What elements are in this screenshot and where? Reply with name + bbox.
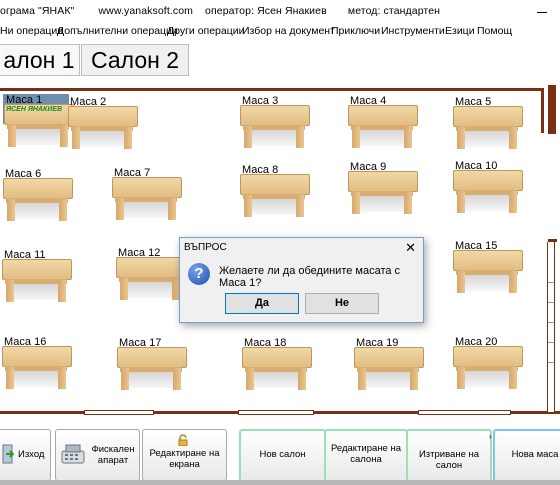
table-17[interactable]: Маса 17 bbox=[117, 337, 187, 392]
dialog-title: ВЪПРОС bbox=[184, 242, 227, 253]
table-label: Маса 4 bbox=[350, 95, 387, 107]
table-label: Маса 15 bbox=[455, 240, 498, 252]
window-bottom-1 bbox=[84, 410, 154, 415]
table-12[interactable]: Маса 12 bbox=[116, 247, 186, 302]
window-title: ограма "ЯНАК" www.yanaksoft.com оператор… bbox=[0, 5, 441, 17]
delete-hall-label: Изтриване на салон bbox=[418, 449, 480, 471]
menu-close[interactable]: Приключи bbox=[331, 25, 380, 37]
menu-help[interactable]: Помощ bbox=[477, 25, 512, 37]
new-table-button[interactable]: Нова маса bbox=[493, 429, 560, 483]
yes-button[interactable]: Да bbox=[225, 293, 299, 314]
table-label: Маса 17 bbox=[119, 337, 162, 349]
table-6[interactable]: Маса 6 bbox=[3, 168, 73, 223]
no-button[interactable]: Не bbox=[305, 293, 379, 314]
table-label: Маса 6 bbox=[5, 168, 42, 180]
new-hall-button[interactable]: Нов салон bbox=[239, 429, 326, 483]
menu-bar: Ни операции Допълнителни операции Други … bbox=[0, 22, 560, 40]
question-icon: ? bbox=[188, 263, 210, 285]
table-label: Маса 7 bbox=[114, 167, 151, 179]
title-bar: ограма "ЯНАК" www.yanaksoft.com оператор… bbox=[0, 0, 560, 22]
close-icon[interactable]: ✕ bbox=[405, 240, 416, 256]
scroll-arrow-icon[interactable]: › bbox=[489, 432, 492, 441]
new-table-label: Нова маса bbox=[511, 449, 559, 460]
menu-document-select[interactable]: Избор на документ bbox=[242, 25, 335, 37]
table-19[interactable]: Маса 19 bbox=[354, 337, 424, 392]
table-label: Маса 20 bbox=[455, 336, 498, 348]
fiscal-device-button[interactable]: Фискален апарат bbox=[55, 429, 140, 481]
table-label: Маса 1 bbox=[6, 94, 43, 106]
wall-top bbox=[0, 88, 541, 91]
fiscal-label: Фискален апарат bbox=[91, 444, 135, 466]
menu-tools[interactable]: Инструменти bbox=[381, 25, 445, 37]
table-label: Маса 19 bbox=[356, 337, 399, 349]
dialog-message: Желаете ли да обедините масата с Маса 1? bbox=[219, 265, 401, 289]
bottom-strip bbox=[0, 480, 560, 485]
table-label: Маса 9 bbox=[350, 161, 387, 173]
table-18[interactable]: Маса 18 bbox=[242, 337, 312, 392]
cash-register-icon bbox=[61, 444, 85, 464]
table-2[interactable]: Маса 2 bbox=[68, 96, 138, 151]
table-label: Маса 11 bbox=[4, 249, 46, 261]
delete-hall-button[interactable]: Изтриване на салон bbox=[406, 429, 492, 483]
tab-hall-1[interactable]: алон 1 bbox=[0, 44, 80, 76]
window-right bbox=[547, 242, 555, 412]
padlock-icon bbox=[178, 434, 188, 446]
window-bottom-3 bbox=[418, 410, 511, 415]
exit-button[interactable]: Изход bbox=[0, 429, 51, 481]
menu-other-operations[interactable]: Други операции bbox=[167, 25, 244, 37]
menu-additional-operations[interactable]: Допълнителни операции bbox=[57, 25, 178, 37]
table-9[interactable]: Маса 9 bbox=[348, 161, 418, 216]
edit-hall-button[interactable]: Редактиране на салона bbox=[324, 429, 408, 483]
new-hall-label: Нов салон bbox=[259, 449, 306, 460]
minimize-button[interactable] bbox=[533, 3, 551, 19]
table-8[interactable]: Маса 8 bbox=[240, 164, 310, 219]
window-bottom-2 bbox=[238, 410, 314, 415]
tab-hall-2[interactable]: Салон 2 bbox=[81, 44, 189, 76]
table-11[interactable]: Маса 11 bbox=[2, 249, 72, 304]
table-7[interactable]: Маса 7 bbox=[112, 167, 182, 222]
table-label: Маса 3 bbox=[242, 95, 279, 107]
wall-right-upper bbox=[541, 88, 544, 133]
edit-hall-label: Редактиране на салона bbox=[330, 443, 401, 465]
table-5[interactable]: Маса 5 bbox=[453, 96, 523, 151]
table-20[interactable]: Маса 20 bbox=[453, 336, 523, 391]
edit-screen-button[interactable]: Редактиране на екрана bbox=[142, 429, 227, 481]
menu-operations[interactable]: Ни операции bbox=[0, 25, 63, 37]
table-label: Маса 2 bbox=[70, 96, 107, 108]
table-4[interactable]: Маса 4 bbox=[348, 95, 418, 150]
table-1[interactable]: Маса 1 ЯСЕН ЯНАКИЕВ bbox=[4, 94, 74, 149]
table-waiter: ЯСЕН ЯНАКИЕВ bbox=[6, 106, 63, 113]
table-label: Маса 8 bbox=[242, 164, 279, 176]
table-label: Маса 18 bbox=[244, 337, 287, 349]
exit-label: Изход bbox=[18, 449, 45, 460]
table-16[interactable]: Маса 16 bbox=[2, 336, 72, 391]
table-label: Маса 16 bbox=[4, 336, 47, 348]
exit-door-icon bbox=[2, 444, 14, 464]
edit-screen-label: Редактиране на екрана bbox=[149, 448, 220, 470]
table-label: Маса 10 bbox=[455, 160, 498, 172]
table-3[interactable]: Маса 3 bbox=[240, 95, 310, 150]
table-15[interactable]: Маса 15 bbox=[453, 240, 523, 295]
table-label: Маса 5 bbox=[455, 96, 492, 108]
table-10[interactable]: Маса 10 bbox=[453, 160, 523, 215]
merge-tables-dialog: ВЪПРОС ✕ ? Желаете ли да обедините масат… bbox=[179, 237, 424, 323]
table-label: Маса 12 bbox=[118, 247, 161, 259]
menu-languages[interactable]: Езици bbox=[445, 25, 475, 37]
wall-corner-post bbox=[548, 85, 556, 134]
